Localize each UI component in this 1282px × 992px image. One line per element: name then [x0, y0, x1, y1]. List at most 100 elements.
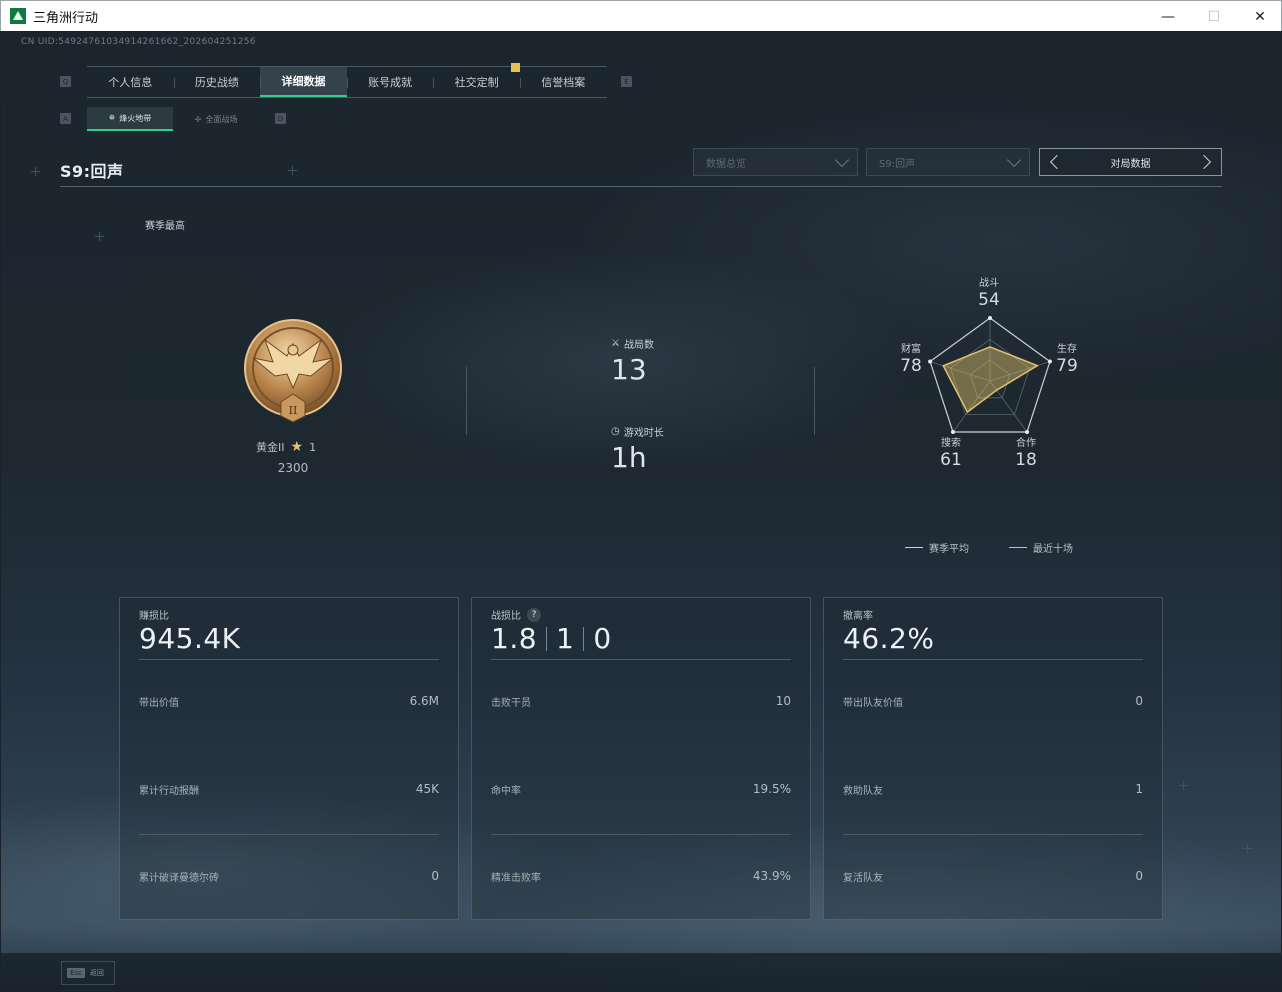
card-row: 击败干员 10	[491, 694, 791, 709]
playtime-stat: ◷ 游戏时长 1h	[611, 424, 664, 474]
warfare-icon: ✢	[194, 114, 202, 124]
season-select[interactable]: S9:回声	[866, 148, 1030, 176]
rank-name: 黄金II	[256, 441, 285, 454]
profit-ratio-card: 赚损比 945.4K 带出价值 6.6M 累计行动报酬 45K 累计破译曼德尔砖 0	[119, 597, 459, 920]
rank-emblem-icon: II	[244, 319, 342, 423]
emblem-numeral: II	[289, 404, 298, 417]
card-row: 累计行动报酬 45K	[139, 782, 439, 797]
clock-icon: ◷	[611, 426, 620, 437]
mode-subtabs: ⛯ 烽火地带 ✢ 全面战场	[87, 107, 259, 131]
tab-personal-info[interactable]: 个人信息	[87, 67, 174, 97]
deco-plus	[95, 232, 104, 241]
chevron-down-icon	[1006, 152, 1022, 168]
radar-label-teamwork: 合作 18	[1015, 438, 1037, 470]
chevron-right-icon[interactable]	[1196, 154, 1212, 170]
extraction-rate-card: 撤离率 46.2% 带出队友价值 0 救助队友 1 复活队友 0	[823, 597, 1163, 920]
chevron-left-icon[interactable]	[1049, 154, 1065, 170]
tab-detailed-data[interactable]: 详细数据	[260, 67, 347, 97]
key-hint-d: D	[275, 113, 286, 124]
card-divider	[843, 834, 1143, 835]
key-hint-q: Q	[60, 76, 71, 87]
deco-plus	[1179, 781, 1188, 790]
radar-label-survival: 生存 79	[1056, 344, 1078, 376]
radar-label-combat: 战斗 54	[978, 278, 1000, 310]
rank-info: 黄金II ★ 1	[256, 439, 316, 455]
legend-swatch	[905, 547, 923, 548]
close-button[interactable]: ✕	[1237, 1, 1282, 32]
app-logo-icon	[10, 8, 26, 24]
subtab-warfare[interactable]: ✢ 全面战场	[173, 107, 259, 131]
divider	[814, 367, 815, 435]
card-big-value: 46.2%	[843, 622, 935, 655]
legend-season-avg: 赛季平均	[905, 540, 969, 555]
radar-recent-series	[942, 346, 1040, 414]
card-divider	[491, 834, 791, 835]
operations-icon: ⛯	[108, 113, 116, 122]
card-divider	[843, 659, 1143, 660]
back-button[interactable]: Esc 返回	[61, 961, 115, 985]
deco-plus	[1243, 844, 1252, 853]
rank-score: 2300	[277, 461, 309, 475]
window-titlebar: 三角洲行动 — ☐ ✕	[0, 0, 1282, 31]
crossed-swords-icon: ⚔	[611, 338, 620, 349]
select-value: 数据总览	[706, 158, 746, 170]
kd-ratio-card: 战损比 ? 1.8 1 0 击败干员 10 命中率 19.5% 精准击败率 43.9%	[471, 597, 811, 920]
season-title: S9:回声	[60, 162, 124, 181]
data-type-select[interactable]: 数据总览	[693, 148, 858, 176]
data-view-pager: 对局数据	[1039, 148, 1222, 176]
game-viewport: CN UID:5492476103491426166​2_20260425125…	[1, 31, 1281, 991]
subtab-label: 烽火地带	[119, 113, 152, 123]
esc-key: Esc	[67, 968, 85, 978]
back-label: 返回	[89, 969, 104, 977]
radar-label-wealth: 财富 78	[900, 344, 922, 376]
tab-reputation[interactable]: 信誉档案	[519, 67, 607, 97]
header-divider	[60, 186, 1222, 187]
tab-achievements[interactable]: 账号成就	[346, 67, 434, 97]
card-title: 战损比	[491, 611, 521, 622]
card-row: 复活队友 0	[843, 869, 1143, 884]
card-divider	[139, 659, 439, 660]
card-row: 精准击败率 43.9%	[491, 869, 791, 884]
playtime-value: 1h	[611, 441, 647, 474]
star-icon: ★	[290, 439, 304, 455]
radar-label-search: 搜索 61	[940, 438, 962, 470]
chevron-down-icon	[834, 152, 850, 168]
minimize-button[interactable]: —	[1145, 1, 1191, 32]
key-hint-a: A	[60, 113, 71, 124]
player-uid: CN UID:5492476103491426166​2_20260425125…	[21, 37, 256, 47]
tab-match-history[interactable]: 历史战绩	[173, 67, 261, 97]
playtime-label: 游戏时长	[623, 428, 664, 439]
card-row: 带出价值 6.6M	[139, 694, 439, 709]
radar-vertex-dot	[988, 316, 992, 320]
divider	[466, 367, 467, 435]
card-title: 撤离率	[843, 611, 873, 622]
deco-plus	[1179, 908, 1188, 917]
card-big-value: 1.8 1 0	[491, 622, 612, 655]
maximize-button[interactable]: ☐	[1191, 1, 1237, 32]
card-big-value: 945.4K	[139, 622, 241, 655]
card-title: 赚损比	[139, 611, 169, 622]
subtab-operations[interactable]: ⛯ 烽火地带	[87, 107, 173, 131]
deco-plus	[288, 166, 297, 175]
key-hint-e: E	[621, 76, 632, 87]
legend-recent: 最近十场	[1009, 540, 1073, 555]
select-value: S9:回声	[879, 158, 916, 170]
card-row: 命中率 19.5%	[491, 782, 791, 797]
tab-social-custom[interactable]: 社交定制	[433, 67, 520, 97]
deco-plus	[31, 167, 40, 176]
card-divider	[139, 834, 439, 835]
card-row: 带出队友价值 0	[843, 694, 1143, 709]
notification-badge	[511, 63, 520, 72]
main-tabs: 个人信息 历史战绩 详细数据 账号成就 社交定制 信誉档案	[87, 66, 607, 98]
matches-value: 13	[611, 353, 647, 386]
card-row: 累计破译曼德尔砖 0	[139, 869, 439, 884]
rank-stars: 1	[309, 440, 317, 454]
matches-stat: ⚔ 战局数 13	[611, 336, 654, 386]
window-title: 三角洲行动	[33, 10, 99, 26]
matches-label: 战局数	[623, 340, 654, 351]
season-best-label: 赛季最高	[145, 221, 185, 232]
card-row: 救助队友 1	[843, 782, 1143, 797]
legend-swatch	[1009, 547, 1027, 548]
help-icon[interactable]: ?	[527, 607, 541, 622]
pager-label: 对局数据	[1110, 158, 1151, 170]
